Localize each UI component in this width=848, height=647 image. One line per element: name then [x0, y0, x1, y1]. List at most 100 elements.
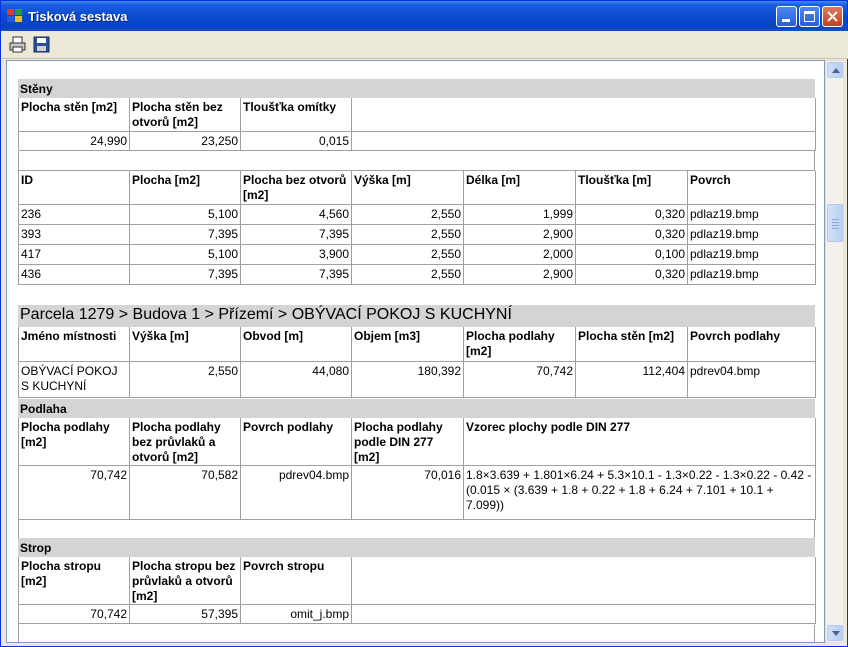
report-window: Tisková sestava Stěny Plocha stěn [m2] P… [0, 0, 848, 647]
steny-header-empty [352, 98, 816, 132]
room-header-2: Výška [m] [130, 327, 241, 362]
podlaha-header-2: Plocha podlahy bez průvlaků a otvorů [m2… [130, 418, 241, 466]
table-cell: pdlaz19.bmp [688, 245, 816, 265]
walls-header-2: Plocha [m2] [130, 171, 241, 205]
steny-summary-table: Plocha stěn [m2] Plocha stěn bez otvorů … [18, 98, 816, 151]
strop-header-3: Povrch stropu [241, 557, 352, 605]
podlaha-header-4: Plocha podlahy podle DIN 277 [m2] [352, 418, 464, 466]
spacer-row-2 [18, 520, 815, 540]
steny-value-empty [352, 132, 816, 151]
room-header-4: Objem [m3] [352, 327, 464, 362]
podlaha-formula: 1.8×3.639 + 1.801×6.24 + 5.3×10.1 - 1.3×… [464, 466, 816, 520]
table-row-id: 417 [19, 245, 130, 265]
room-value-7: pdrev04.bmp [688, 362, 816, 398]
title-bar[interactable]: Tisková sestava [1, 1, 847, 31]
toolbar [2, 31, 848, 59]
window-title: Tisková sestava [28, 9, 128, 24]
strop-table: Plocha stropu [m2] Plocha stropu bez prů… [18, 557, 816, 625]
steny-header-3: Tloušťka omítky [241, 98, 352, 132]
close-button[interactable] [822, 6, 843, 27]
table-cell: 2,900 [464, 265, 576, 285]
printer-icon [9, 36, 26, 53]
room-header-3: Obvod [m] [241, 327, 352, 362]
close-icon [827, 11, 838, 22]
room-value-4: 180,392 [352, 362, 464, 398]
podlaha-value-1: 70,742 [19, 466, 130, 520]
podlaha-value-4: 70,016 [352, 466, 464, 520]
table-cell: 2,550 [352, 265, 464, 285]
table-cell: 7,395 [130, 265, 241, 285]
room-value-6: 112,404 [576, 362, 688, 398]
podlaha-section-header: Podlaha [18, 399, 815, 418]
scroll-down-button[interactable] [827, 625, 843, 641]
scroll-up-button[interactable] [827, 62, 843, 78]
podlaha-header-3: Povrch podlahy [241, 418, 352, 466]
walls-header-4: Výška [m] [352, 171, 464, 205]
maximize-button[interactable] [799, 6, 820, 27]
steny-value-3: 0,015 [241, 132, 352, 151]
minimize-button[interactable] [776, 6, 797, 27]
table-cell: 0,100 [576, 245, 688, 265]
table-cell: 2,550 [352, 225, 464, 245]
walls-header-7: Povrch [688, 171, 816, 205]
walls-table: ID Plocha [m2] Plocha bez otvorů [m2] Výška… [18, 171, 816, 285]
walls-header-1: ID [19, 171, 130, 205]
walls-header-5: Délka [m] [464, 171, 576, 205]
save-disk-icon [33, 36, 50, 53]
podlaha-header-5: Vzorec plochy podle DIN 277 [464, 418, 816, 466]
room-path-title: Parcela 1279 > Budova 1 > Přízemí > OBÝV… [18, 305, 815, 327]
strop-value-1: 70,742 [19, 605, 130, 624]
room-table: Jméno místnosti Výška [m] Obvod [m] Objem [… [18, 327, 816, 398]
room-value-5: 70,742 [464, 362, 576, 398]
table-cell: 2,900 [464, 225, 576, 245]
podlaha-header-1: Plocha podlahy [m2] [19, 418, 130, 466]
spacer-row-3 [18, 625, 815, 642]
walls-header-6: Tloušťka [m] [576, 171, 688, 205]
room-header-1: Jméno místnosti [19, 327, 130, 362]
table-cell: 1,999 [464, 205, 576, 225]
strop-header-empty [352, 557, 816, 605]
table-cell: pdlaz19.bmp [688, 225, 816, 245]
spacer-row [18, 151, 815, 171]
walls-header-3: Plocha bez otvorů [m2] [241, 171, 352, 205]
podlaha-value-3: pdrev04.bmp [241, 466, 352, 520]
room-header-6: Plocha stěn [m2] [576, 327, 688, 362]
table-cell: 0,320 [576, 225, 688, 245]
table-cell: 7,395 [241, 265, 352, 285]
table-cell: 3,900 [241, 245, 352, 265]
room-value-2: 2,550 [130, 362, 241, 398]
scroll-thumb[interactable] [827, 204, 843, 242]
table-cell: 7,395 [130, 225, 241, 245]
strop-header-2: Plocha stropu bez průvlaků a otvorů [m2] [130, 557, 241, 605]
table-cell: 2,550 [352, 245, 464, 265]
table-cell: 0,320 [576, 265, 688, 285]
chevron-down-icon [832, 631, 840, 636]
strop-value-empty [352, 605, 816, 624]
table-cell: 7,395 [241, 225, 352, 245]
print-button[interactable] [8, 35, 28, 54]
steny-value-1: 24,990 [19, 132, 130, 151]
table-cell: pdlaz19.bmp [688, 205, 816, 225]
chevron-up-icon [832, 68, 840, 73]
strop-header-1: Plocha stropu [m2] [19, 557, 130, 605]
table-row-id: 393 [19, 225, 130, 245]
room-value-1: OBÝVACÍ POKOJ S KUCHYNÍ [19, 362, 130, 398]
podlaha-value-2: 70,582 [130, 466, 241, 520]
vertical-scrollbar[interactable] [825, 60, 844, 643]
podlaha-table: Plocha podlahy [m2] Plocha podlahy bez p… [18, 418, 816, 520]
table-row-id: 436 [19, 265, 130, 285]
save-button[interactable] [32, 35, 52, 54]
maximize-icon [804, 11, 815, 22]
room-header-5: Plocha podlahy [m2] [464, 327, 576, 362]
app-icon [7, 9, 23, 23]
table-cell: 5,100 [130, 205, 241, 225]
table-cell: 0,320 [576, 205, 688, 225]
table-cell: 2,550 [352, 205, 464, 225]
steny-header-2: Plocha stěn bez otvorů [m2] [130, 98, 241, 132]
steny-value-2: 23,250 [130, 132, 241, 151]
room-value-3: 44,080 [241, 362, 352, 398]
steny-header-1: Plocha stěn [m2] [19, 98, 130, 132]
report-content[interactable]: Stěny Plocha stěn [m2] Plocha stěn bez o… [6, 60, 825, 643]
table-cell: pdlaz19.bmp [688, 265, 816, 285]
table-row-id: 236 [19, 205, 130, 225]
